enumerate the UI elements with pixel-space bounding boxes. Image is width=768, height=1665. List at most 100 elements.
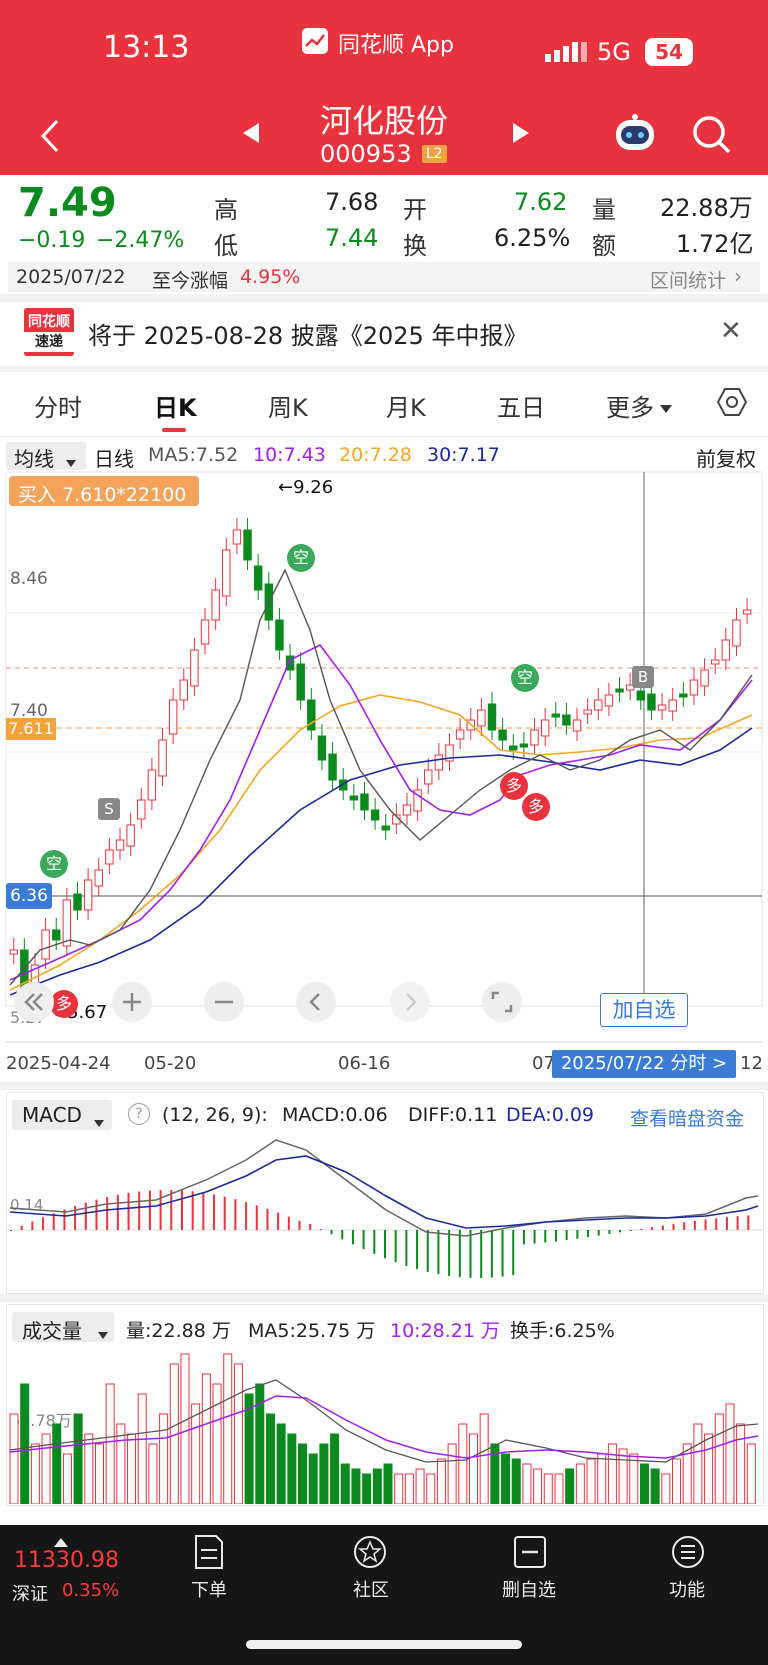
nav-remove-favorite[interactable]: 删自选: [484, 1576, 574, 1602]
macd-bar: [106, 1197, 109, 1230]
nav-community[interactable]: 社区: [326, 1576, 416, 1602]
community-icon[interactable]: [352, 1534, 388, 1574]
add-favorite-button[interactable]: 加自选: [600, 993, 688, 1027]
volume-bar: [736, 1423, 746, 1504]
volume-bar: [362, 1473, 372, 1504]
candle-body: [41, 929, 50, 960]
order-icon[interactable]: [192, 1534, 226, 1574]
tab-five-day[interactable]: 五日: [497, 388, 545, 423]
candle-body: [349, 795, 359, 801]
index-value[interactable]: 11330.98: [14, 1548, 119, 1573]
candle-body: [540, 719, 550, 737]
close-icon[interactable]: ✕: [720, 316, 742, 346]
candle-body: [477, 709, 486, 727]
macd-bar: [544, 1230, 547, 1243]
macd-bar: [42, 1217, 45, 1230]
zoom-in-icon[interactable]: [112, 982, 152, 1022]
zoom-out-icon[interactable]: [204, 982, 244, 1022]
macd-bar: [554, 1230, 557, 1242]
volume-bar: [191, 1403, 201, 1504]
macd-bar: [362, 1230, 365, 1250]
candle-body: [83, 879, 93, 911]
volume-bar: [94, 1443, 105, 1504]
news-logo-top: 同花顺: [28, 314, 70, 330]
volume-bar: [394, 1473, 404, 1504]
tab-weekly-k[interactable]: 周K: [268, 388, 308, 423]
search-icon[interactable]: [690, 113, 734, 161]
macd-bar: [138, 1191, 141, 1230]
macd-bar: [469, 1230, 472, 1278]
macd-bar: [298, 1220, 301, 1230]
candle-body: [551, 713, 560, 718]
macd-bar: [522, 1230, 525, 1245]
robot-assistant-icon[interactable]: [610, 112, 660, 160]
volume-bar: [436, 1458, 446, 1504]
nav-functions[interactable]: 功能: [642, 1576, 732, 1602]
candle-body: [721, 639, 731, 661]
remove-favorite-icon[interactable]: [512, 1534, 548, 1574]
adjust-mode[interactable]: 前复权: [696, 443, 756, 472]
dark-pool-link[interactable]: 查看暗盘资金: [630, 1104, 744, 1131]
tab-intraday[interactable]: 分时: [34, 388, 82, 423]
macd-bar: [223, 1196, 226, 1230]
volume-bar: [725, 1403, 735, 1504]
candle-body: [115, 839, 125, 851]
volume-bar: [105, 1383, 115, 1504]
macd-selector-label: MACD: [22, 1103, 82, 1127]
volume-bar: [148, 1443, 158, 1504]
status-app-name: 同花顺 App: [338, 33, 454, 58]
price-change-pct: −2.47%: [96, 228, 185, 253]
candle-body: [742, 609, 752, 615]
macd-bar: [202, 1192, 205, 1230]
nav-order[interactable]: 下单: [164, 1576, 254, 1602]
tab-monthly-k[interactable]: 月K: [386, 388, 426, 423]
macd-bar: [640, 1228, 643, 1230]
volume-bar: [340, 1463, 350, 1504]
volume-bar: [672, 1458, 682, 1504]
kline-chart[interactable]: 8.46 7.40: [0, 470, 768, 1040]
candle-body: [455, 729, 465, 740]
macd-chart: [6, 1139, 762, 1278]
volume-ma5: MA5:25.75 万: [248, 1320, 376, 1342]
ma-selector-label: 均线: [14, 447, 54, 471]
settings-hexagon-icon[interactable]: [716, 386, 748, 422]
pan-left-icon[interactable]: [296, 982, 336, 1022]
volume-bar: [543, 1473, 553, 1504]
help-icon[interactable]: ?: [128, 1103, 150, 1125]
macd-bar: [629, 1230, 632, 1231]
pan-right-icon[interactable]: [390, 982, 430, 1022]
turnover-label: 换: [403, 232, 427, 260]
candle-body: [360, 793, 369, 811]
volume-bar: [661, 1473, 671, 1504]
macd-bar: [533, 1230, 536, 1244]
rewind-icon[interactable]: [14, 982, 54, 1022]
volume-bar: [372, 1468, 382, 1504]
since-value: 4.95%: [240, 266, 301, 288]
macd-bar: [715, 1218, 718, 1230]
macd-bar: [148, 1190, 151, 1230]
macd-bar: [683, 1222, 686, 1230]
volume-bar: [319, 1443, 329, 1504]
menu-icon[interactable]: [670, 1534, 706, 1574]
candle-body: [62, 899, 72, 947]
tab-daily-k[interactable]: 日K: [154, 388, 197, 423]
date-tooltip-intraday-link[interactable]: 2025/07/22 分时 >: [552, 1050, 736, 1078]
fullscreen-icon[interactable]: [482, 982, 522, 1022]
macd-bar: [213, 1194, 216, 1230]
macd-bar: [597, 1230, 600, 1236]
range-stats-link[interactable]: 区间统计: [650, 266, 726, 293]
macd-bar: [384, 1230, 386, 1259]
low-label: 低: [214, 232, 238, 260]
volume-bar: [618, 1448, 628, 1504]
volume-bar: [233, 1363, 243, 1504]
notice-text[interactable]: 将于 2025-08-28 披露《2025 年中报》: [88, 316, 527, 351]
macd-bar: [266, 1208, 269, 1230]
candle-body: [211, 589, 220, 621]
tab-more[interactable]: 更多: [606, 388, 654, 423]
since-label: 至今涨幅: [152, 270, 229, 292]
volume-bar: [180, 1353, 190, 1504]
volume-bar: [404, 1473, 414, 1504]
next-stock-icon[interactable]: [506, 118, 536, 148]
macd-bar: [180, 1190, 183, 1230]
candle-body: [604, 694, 614, 707]
